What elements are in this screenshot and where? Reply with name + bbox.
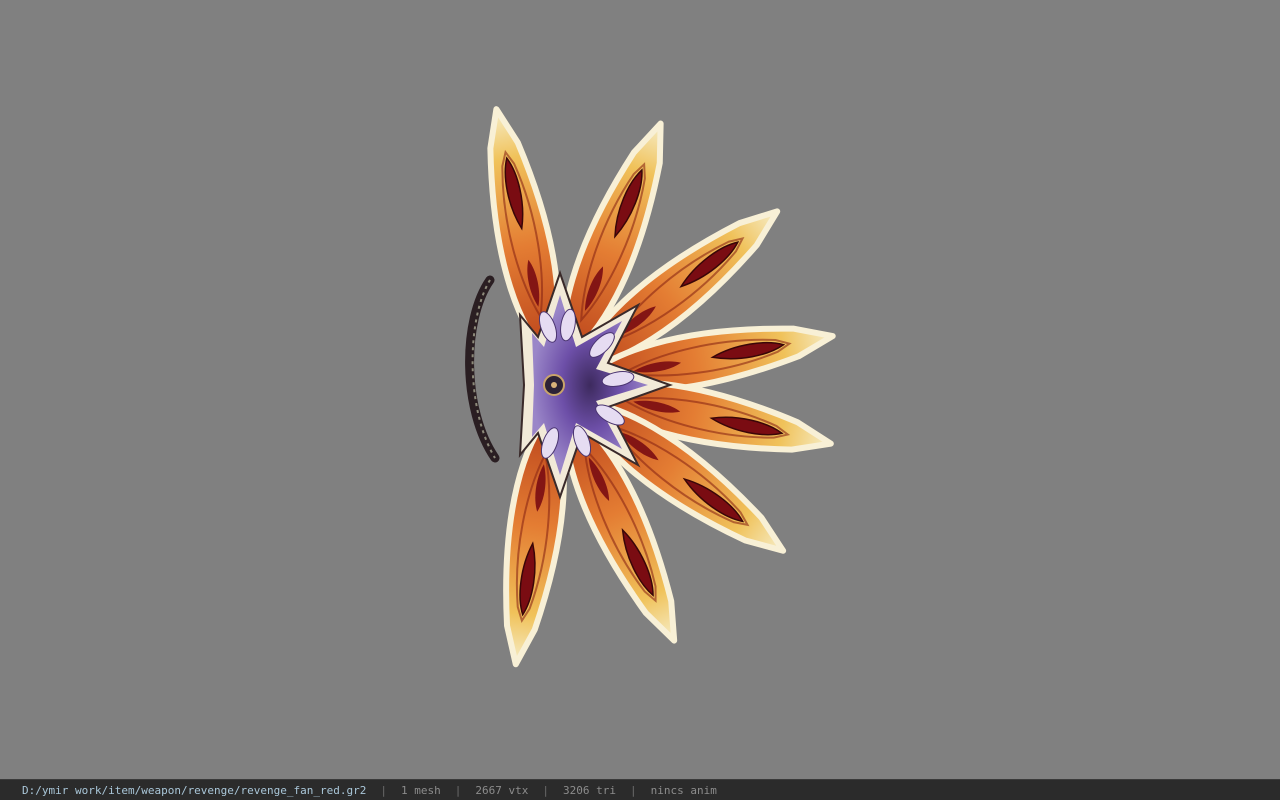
mesh-count: 1 mesh (401, 783, 441, 797)
status-bar: D:/ymir work/item/weapon/revenge/revenge… (0, 779, 1280, 800)
status-separator: | (454, 783, 462, 797)
status-separator: | (380, 783, 387, 797)
status-separator: | (629, 783, 637, 797)
vertex-count: 2667 vtx (475, 783, 529, 797)
3d-viewport[interactable] (0, 0, 1280, 779)
animation-status: nincs anim (650, 783, 717, 797)
fan-weapon-model[interactable] (0, 0, 1280, 779)
triangle-count: 3206 tri (562, 783, 616, 797)
model-file-path: D:/ymir work/item/weapon/revenge/revenge… (22, 783, 367, 797)
status-separator: | (542, 783, 549, 797)
